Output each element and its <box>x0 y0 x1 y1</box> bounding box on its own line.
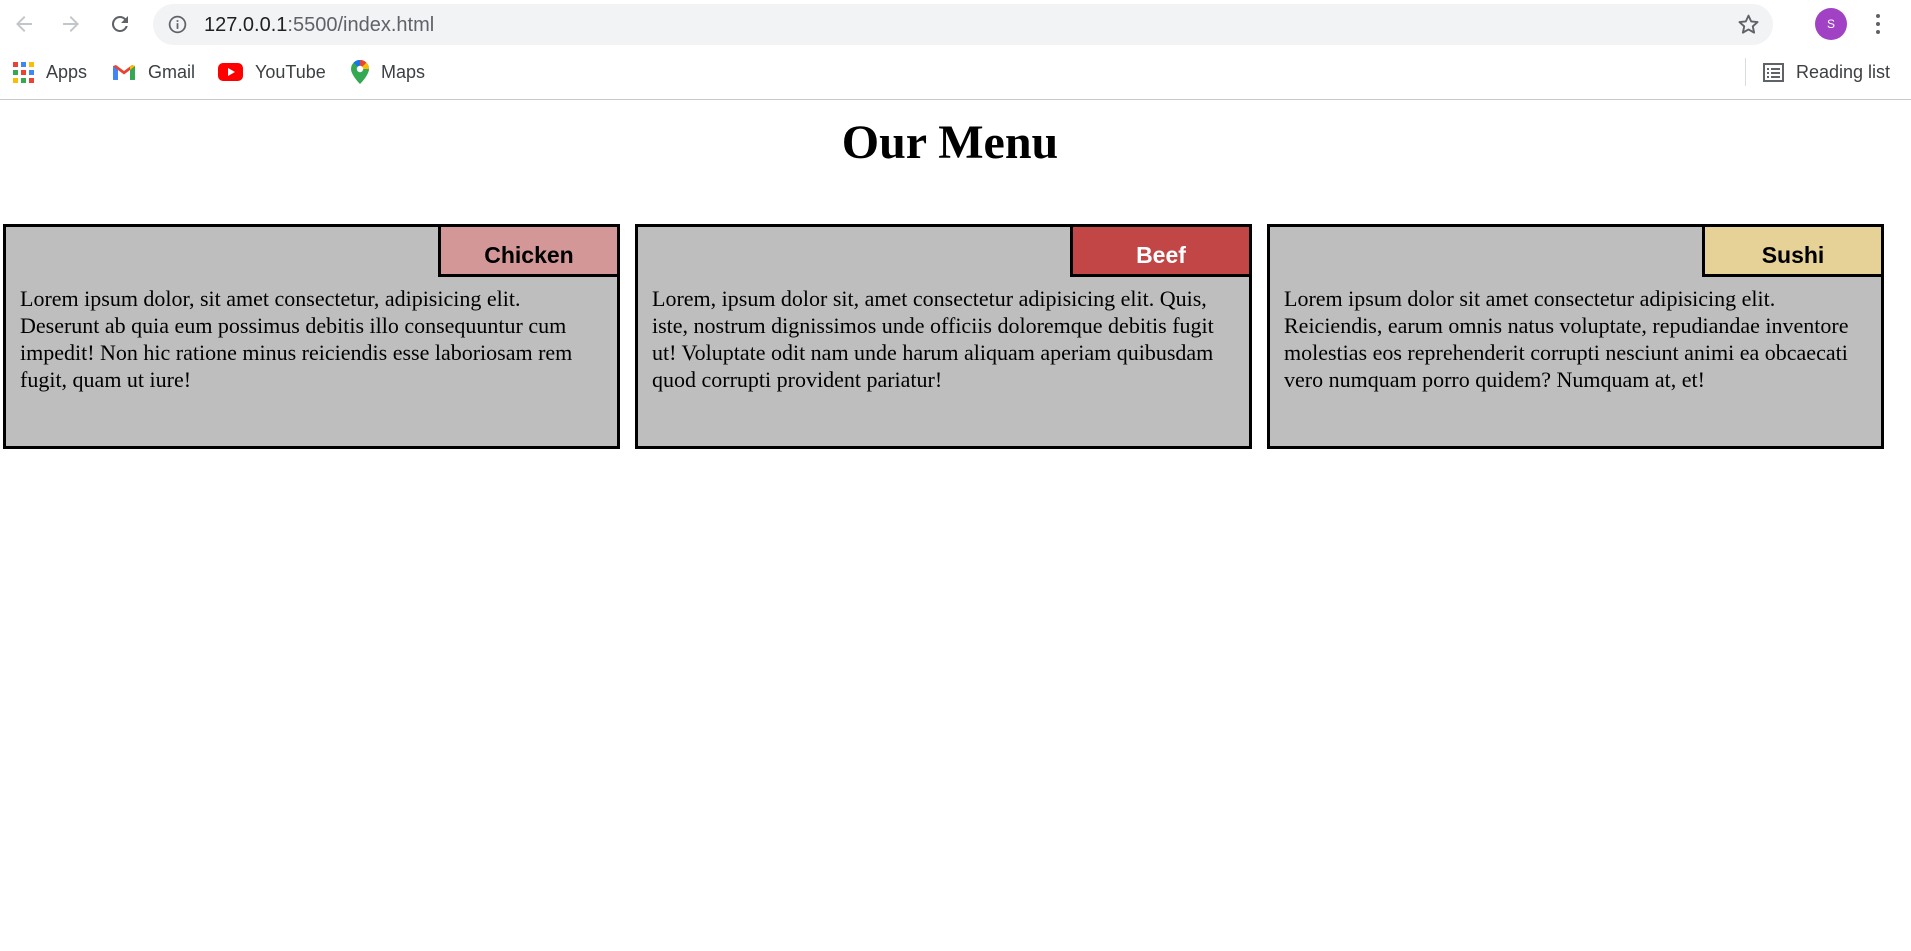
url-host: 127.0.0.1 <box>204 14 288 36</box>
apps-grid-icon <box>13 61 34 83</box>
menu-card-sushi: Sushi Lorem ipsum dolor sit amet consect… <box>1267 224 1884 449</box>
url-path: :5500/index.html <box>287 14 435 36</box>
bookmarks-divider <box>1745 58 1746 86</box>
menu-card-chicken: Chicken Lorem ipsum dolor, sit amet cons… <box>3 224 620 449</box>
youtube-icon <box>218 63 243 81</box>
bookmark-label: Gmail <box>148 61 196 82</box>
bookmark-gmail[interactable]: Gmail <box>112 58 195 86</box>
page-viewport: Our Menu Chicken Lorem ipsum dolor, sit … <box>0 101 1911 951</box>
bookmark-star-icon[interactable] <box>1736 12 1761 37</box>
browser-menu-button[interactable] <box>1866 8 1890 40</box>
bookmarks-bar: Apps Gmail YouTube Maps Reading list <box>0 48 1911 100</box>
url-text[interactable]: 127.0.0.1:5500/index.html <box>204 14 434 36</box>
reading-list-label: Reading list <box>1796 61 1891 82</box>
maps-pin-icon <box>351 60 369 84</box>
bookmark-label: Maps <box>381 61 426 82</box>
card-description: Lorem ipsum dolor sit amet consectetur a… <box>1284 286 1849 392</box>
arrow-left-icon <box>16 16 32 32</box>
info-icon[interactable] <box>167 14 188 35</box>
forward-button[interactable] <box>55 8 87 40</box>
menu-dot <box>1876 14 1880 18</box>
card-description: Lorem, ipsum dolor sit, amet consectetur… <box>652 286 1214 392</box>
menu-dot <box>1876 22 1880 26</box>
gmail-icon <box>113 65 135 80</box>
card-tag: Chicken <box>438 224 620 277</box>
page-title: Our Menu <box>841 116 1059 169</box>
card-description: Lorem ipsum dolor, sit amet consectetur,… <box>20 286 573 392</box>
reload-icon <box>111 15 128 32</box>
browser-toolbar: 127.0.0.1:5500/index.html S <box>0 0 1911 48</box>
reload-button[interactable] <box>104 8 136 40</box>
bookmark-label: YouTube <box>255 61 326 82</box>
menu-dot <box>1876 30 1880 34</box>
back-button[interactable] <box>8 8 40 40</box>
card-tag: Beef <box>1070 224 1252 277</box>
bookmark-apps[interactable]: Apps <box>13 58 87 86</box>
profile-avatar[interactable]: S <box>1815 8 1847 40</box>
arrow-right-icon <box>63 16 79 32</box>
avatar-letter: S <box>1826 17 1835 31</box>
address-bar[interactable]: 127.0.0.1:5500/index.html <box>153 4 1773 45</box>
bookmark-youtube[interactable]: YouTube <box>218 58 326 86</box>
reading-list-icon <box>1763 62 1784 82</box>
bookmark-maps[interactable]: Maps <box>351 58 425 86</box>
bookmark-label: Apps <box>46 61 88 82</box>
reading-list-button[interactable]: Reading list <box>1763 58 1890 86</box>
menu-card-beef: Beef Lorem, ipsum dolor sit, amet consec… <box>635 224 1252 449</box>
card-tag: Sushi <box>1702 224 1884 277</box>
